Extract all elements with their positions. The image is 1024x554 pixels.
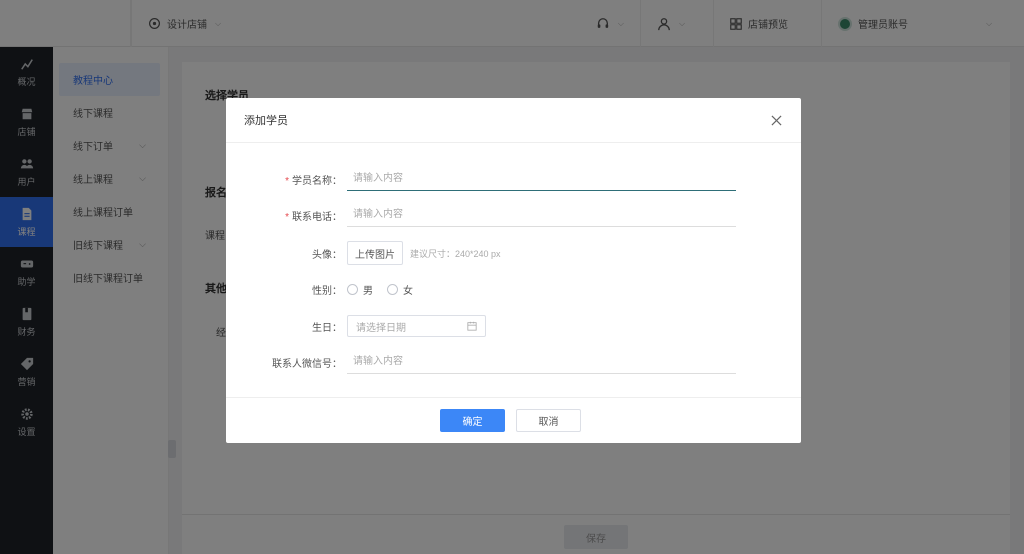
avatar-label: 头像： [312, 249, 342, 261]
birthday-date-picker[interactable]: 请选择日期 [347, 315, 486, 337]
gender-radio-group: 男 女 [347, 282, 413, 297]
form-row-birthday: 生日： 请选择日期 [226, 313, 801, 339]
student-name-input[interactable] [347, 167, 736, 191]
wechat-label: 联系人微信号： [272, 358, 342, 370]
add-student-dialog: 添加学员 *学员名称： *联系电话： 头像： 上传图片 建议尺寸：240*240… [226, 98, 801, 443]
form-row-wechat: 联系人微信号： [226, 349, 801, 375]
calendar-icon [467, 321, 477, 331]
cancel-button[interactable]: 取消 [516, 409, 581, 432]
phone-label: * 联系电话： [222, 208, 342, 223]
dialog-title: 添加学员 [244, 115, 288, 127]
confirm-button[interactable]: 确定 [440, 409, 505, 432]
birthday-label: 生日： [312, 322, 342, 334]
form-row-name: * 学员名称： [226, 166, 801, 192]
gender-female-radio[interactable]: 女 [387, 282, 413, 297]
close-icon[interactable] [769, 113, 783, 127]
name-label-text: 学员名称： [292, 175, 342, 187]
gender-male-radio[interactable]: 男 [347, 282, 373, 297]
dialog-header: 添加学员 [226, 98, 801, 143]
upload-hint: 建议尺寸：240*240 px [410, 248, 501, 259]
required-asterisk: * [285, 211, 289, 223]
name-label: * 学员名称： [222, 172, 342, 187]
dialog-footer: 确定 取消 [226, 397, 801, 443]
gender-label: 性别： [312, 285, 342, 297]
form-row-gender: 性别： 男 女 [226, 276, 801, 302]
gender-male-label: 男 [363, 285, 373, 297]
phone-label-text: 联系电话： [292, 211, 342, 223]
gender-female-label: 女 [403, 285, 413, 297]
radio-circle [387, 283, 398, 295]
phone-input[interactable] [347, 203, 736, 227]
radio-circle [347, 283, 358, 295]
wechat-input[interactable] [347, 350, 736, 374]
upload-image-button[interactable]: 上传图片 [347, 241, 403, 265]
form-row-phone: * 联系电话： [226, 202, 801, 228]
form-row-avatar: 头像： 上传图片 建议尺寸：240*240 px [226, 240, 801, 266]
required-asterisk: * [285, 175, 289, 187]
birthday-placeholder: 请选择日期 [356, 322, 406, 334]
